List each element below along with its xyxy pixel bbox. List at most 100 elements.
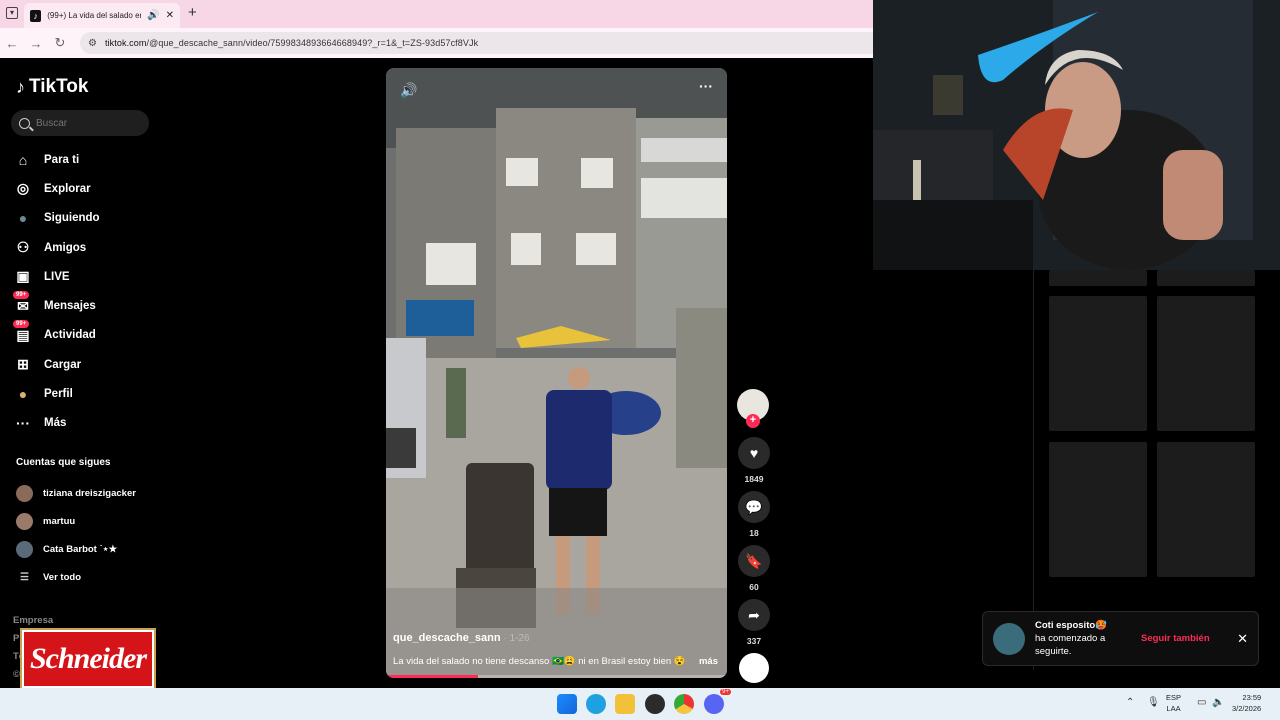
notification-name[interactable]: Coti esposito🥵 [1035, 620, 1107, 631]
avatar[interactable] [993, 622, 1025, 655]
tiktok-logo[interactable]: ♪ TikTok [16, 76, 88, 98]
avatar [16, 540, 33, 558]
placeholder-tile [1049, 442, 1147, 577]
comment-icon[interactable]: 💬 [738, 491, 770, 523]
notification-badge: 99+ [13, 291, 30, 300]
like-action[interactable]: ♥ 1849 [737, 437, 771, 485]
follow-notification: Coti esposito🥵 ha comenzado a seguirte. … [982, 611, 1259, 666]
nav-item-mensajes[interactable]: ✉ 99+ Mensajes [13, 291, 164, 320]
nav-item-actividad[interactable]: ▤ 99+ Actividad [13, 320, 164, 350]
nav-item-para-ti[interactable]: ⌂ Para ti [14, 145, 164, 174]
obs-icon[interactable] [645, 694, 665, 714]
reload-icon[interactable]: ↻ [48, 35, 72, 51]
placeholder-tile [1049, 270, 1147, 286]
nav-item-amigos[interactable]: ⚇ Amigos [14, 233, 164, 262]
browser-tab[interactable]: ♪ (99+) La vida del salado en 🔊 ✕ [24, 3, 180, 28]
creator-avatar[interactable]: + [737, 389, 769, 428]
see-all-link[interactable]: ☰ Ver todo [16, 563, 166, 591]
comment-action[interactable]: 💬 18 [737, 491, 771, 539]
following-item[interactable]: Cata Barbot ˙⋆★ [16, 535, 166, 563]
sponsor-logo-overlay: Schneider [22, 630, 154, 688]
avatar [16, 484, 33, 502]
video-author[interactable]: que_descache_sann · 1-26 [393, 632, 530, 644]
caption-text: La vida del salado no tiene descanso 🇧🇷😩… [393, 656, 686, 667]
following-item[interactable]: tiziana dreiszigacker [16, 479, 166, 507]
search-input[interactable] [36, 117, 136, 129]
nav-item-label: Siguiendo [44, 212, 100, 225]
follow-plus-icon[interactable]: + [746, 414, 760, 428]
like-count: 1849 [744, 474, 764, 484]
speaker-icon[interactable]: 🔊 [147, 10, 159, 21]
nav-item-label: Más [44, 417, 67, 430]
nav-item-más[interactable]: ··· Más [14, 409, 164, 438]
placeholder-tile [1049, 296, 1147, 431]
nav-item-label: Cargar [44, 358, 82, 371]
nav-item-label: Perfil [44, 388, 73, 401]
author-name[interactable]: que_descache_sann [393, 632, 501, 644]
volume-icon[interactable]: 🔊 [400, 82, 417, 99]
activity-icon: ▤ 99+ [13, 320, 32, 344]
following-item[interactable]: martuu [16, 507, 166, 535]
avatar [16, 512, 33, 530]
follow-back-button[interactable]: Seguir también [1141, 633, 1210, 644]
music-disc-icon[interactable] [739, 653, 769, 683]
clock-date: 3/2/2026 [1232, 704, 1262, 713]
caption-more-link[interactable]: más [699, 656, 718, 667]
nav-item-label: Explorar [44, 182, 91, 195]
tiktok-favicon-icon: ♪ [30, 9, 42, 22]
save-count: 60 [749, 582, 759, 592]
search-icon [19, 117, 30, 129]
compass-icon: ◎ [16, 180, 30, 197]
nav-item-siguiendo[interactable]: ● Siguiendo [14, 204, 164, 233]
volume-tray-icon[interactable]: 🔈 [1212, 697, 1224, 708]
nav-item-perfil[interactable]: ● Perfil [14, 379, 164, 408]
nav-item-live[interactable]: ▣ LIVE [14, 262, 164, 291]
footer-link[interactable]: Empresa [13, 612, 57, 630]
share-count: 337 [746, 636, 762, 646]
search-box[interactable] [11, 110, 149, 136]
discord-icon[interactable]: 9+ [704, 689, 731, 714]
video-actions: + ♥ 1849 💬 18 🔖 60 ➦ 337 [737, 389, 771, 683]
heart-icon[interactable]: ♥ [738, 437, 770, 469]
see-all-label: Ver todo [43, 571, 82, 583]
new-tab-button[interactable]: + [188, 4, 197, 21]
video-menu-icon[interactable]: ··· [699, 78, 713, 94]
nav-item-label: LIVE [44, 270, 70, 283]
chrome-icon[interactable] [674, 694, 694, 714]
nav-item-explorar[interactable]: ◎ Explorar [14, 174, 164, 203]
video-player[interactable]: 🔊 ··· que_descache_sann · 1-26 La vida d… [386, 68, 727, 678]
close-icon[interactable]: ✕ [1237, 631, 1248, 647]
save-action[interactable]: 🔖 60 [737, 545, 771, 593]
live-icon: ▣ [16, 268, 30, 285]
clock[interactable]: 23:59 3/2/2026 [1232, 692, 1261, 714]
following-name: Cata Barbot ˙⋆★ [43, 543, 118, 555]
nav-item-label: Amigos [44, 241, 87, 254]
windows-start-icon[interactable] [557, 694, 577, 714]
site-info-icon[interactable]: ⚙ [88, 38, 97, 49]
upload-icon: ⊞ [17, 356, 29, 373]
profile-avatar-icon: ● [18, 386, 28, 403]
webcam-image [873, 0, 1280, 270]
tab-close-button[interactable]: ✕ [166, 10, 174, 21]
nav-item-label: Para ti [44, 153, 80, 166]
address-bar[interactable]: ⚙ tiktok.com/@que_descache_sann/video/75… [80, 32, 873, 54]
bookmark-icon[interactable]: 🔖 [738, 545, 770, 577]
chevron-up-icon[interactable]: ⌃ [1126, 697, 1134, 708]
clock-time: 23:59 [1242, 693, 1262, 702]
file-explorer-icon[interactable] [615, 694, 635, 714]
friends-icon: ⚇ [16, 239, 30, 256]
brand-name: TikTok [29, 76, 89, 97]
back-arrow-icon[interactable]: ← [0, 36, 24, 51]
microphone-icon[interactable]: 🎙 [1147, 697, 1160, 708]
share-action[interactable]: ➦ 337 [737, 599, 771, 647]
forward-arrow-icon[interactable]: → [24, 36, 48, 51]
language-indicator[interactable]: ESP LAA [1166, 692, 1181, 714]
edge-browser-icon[interactable] [586, 694, 606, 714]
tab-list-icon[interactable]: ▾ [6, 7, 18, 19]
placeholder-tile [1157, 296, 1255, 431]
share-icon[interactable]: ➦ [738, 599, 770, 631]
video-progress-bar[interactable] [386, 675, 727, 678]
right-divider [1033, 270, 1034, 670]
network-icon[interactable]: ▭ [1197, 697, 1206, 708]
nav-item-cargar[interactable]: ⊞ Cargar [14, 350, 164, 379]
